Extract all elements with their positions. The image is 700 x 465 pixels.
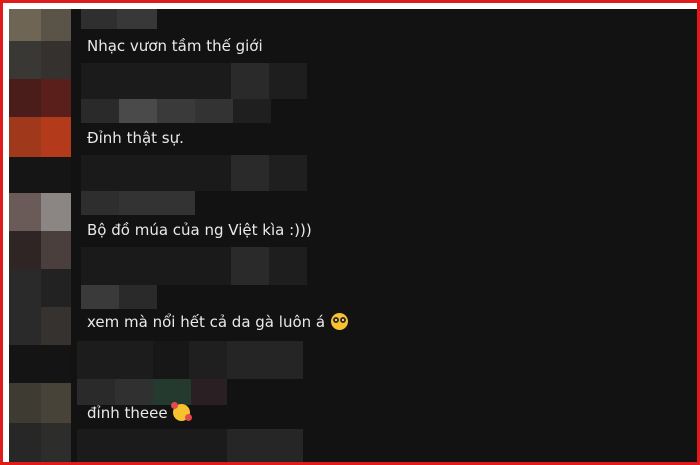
comment-text-label: xem mà nổi hết cả da gà luôn á <box>87 313 326 331</box>
flushed-face-emoji-icon <box>330 313 348 330</box>
comment-text-label: Nhạc vươn tầm thế giới <box>87 37 263 55</box>
comment-text: Nhạc vươn tầm thế giới <box>87 36 263 56</box>
comment-text: đỉnh theee <box>87 402 193 423</box>
pixelated-block-3 <box>81 247 311 311</box>
screenshot-frame: Nhạc vươn tầm thế giới Đỉnh thật sự. Bộ … <box>0 0 700 465</box>
pixelated-block-5 <box>77 429 307 462</box>
comment-text-label: Đỉnh thật sự. <box>87 129 184 147</box>
pixelated-avatars <box>9 9 71 462</box>
comment-text: Bộ đồ múa của ng Việt kìa :))) <box>87 220 312 240</box>
comment-feed: Nhạc vươn tầm thế giới Đỉnh thật sự. Bộ … <box>9 9 697 462</box>
comment-text-label: Bộ đồ múa của ng Việt kìa :))) <box>87 221 312 239</box>
comment-text: Đỉnh thật sự. <box>87 128 184 148</box>
pixelated-block-4 <box>77 341 307 409</box>
pixelated-block-2 <box>81 155 311 219</box>
smiling-face-with-hearts-emoji-icon <box>171 402 193 421</box>
comment-text-label: đỉnh theee <box>87 404 168 422</box>
pixelated-username-1 <box>81 9 161 29</box>
comment-text: xem mà nổi hết cả da gà luôn á <box>87 312 348 332</box>
